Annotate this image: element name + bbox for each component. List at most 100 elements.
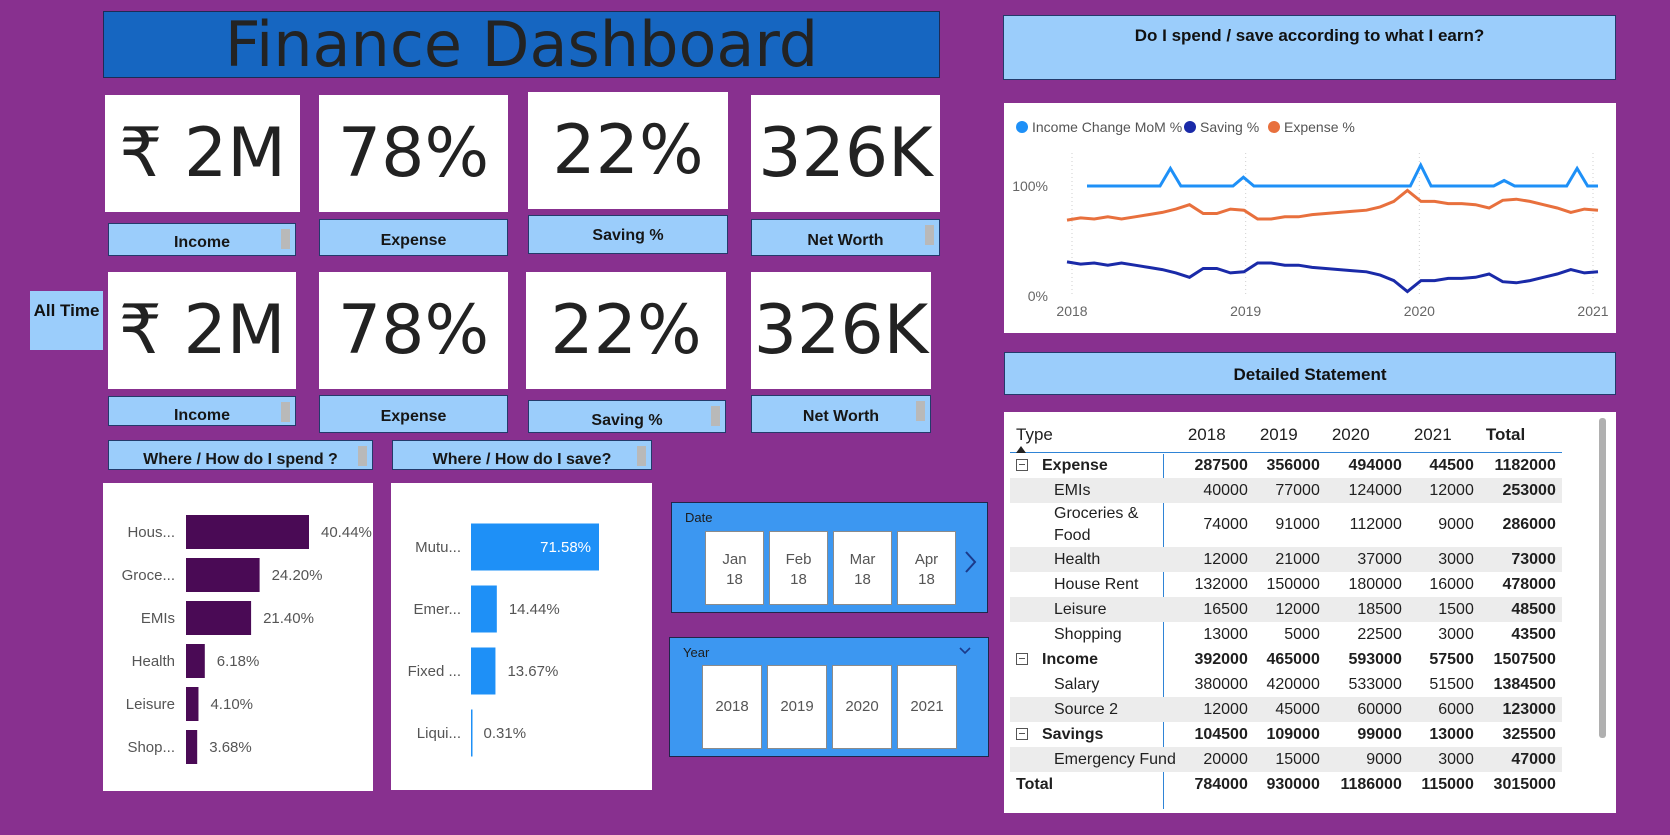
- row-value: 104500: [1194, 725, 1248, 743]
- row-value: 73000: [1479, 547, 1562, 572]
- bar-value-label: 13.67%: [507, 663, 558, 680]
- series-line[interactable]: [1066, 188, 1599, 222]
- chevron-down-icon[interactable]: [958, 646, 972, 656]
- row-label: Emergency Fund: [1010, 747, 1182, 772]
- table-row[interactable]: EMIs 40000 77000 124000 12000 253000: [1010, 478, 1562, 503]
- kpi2-networth-label[interactable]: Net Worth: [751, 395, 931, 433]
- bar-value-label: 21.40%: [263, 610, 314, 627]
- kpi-networth-label[interactable]: Net Worth: [751, 219, 940, 256]
- table-row[interactable]: Leisure 16500 12000 18500 1500 48500: [1010, 597, 1562, 622]
- kpi-income-label[interactable]: Income: [108, 223, 296, 256]
- save-section-title[interactable]: Where / How do I save?: [392, 440, 652, 470]
- legend-label[interactable]: Saving %: [1200, 119, 1259, 135]
- collapse-icon[interactable]: [1016, 728, 1028, 741]
- bar-value-label: 4.10%: [210, 696, 253, 713]
- kpi2-expense-value: 78%: [319, 272, 508, 389]
- dashboard-title: Finance Dashboard: [103, 11, 940, 78]
- row-value: 13000: [1203, 625, 1248, 643]
- bar[interactable]: [186, 730, 198, 764]
- bar[interactable]: [471, 647, 496, 695]
- table-group-row[interactable]: Savings 104500 109000 99000 13000 325500: [1010, 722, 1562, 747]
- table-row[interactable]: Groceries & Food 74000 91000 112000 9000 2860…: [1010, 503, 1562, 547]
- table-row[interactable]: Source 2 12000 45000 60000 6000 123000: [1010, 697, 1562, 722]
- scrollbar[interactable]: [637, 446, 646, 466]
- bar[interactable]: [186, 644, 205, 678]
- scrollbar[interactable]: [711, 406, 720, 426]
- year-tile-2021[interactable]: 2021: [897, 665, 957, 749]
- table-row[interactable]: Shopping 13000 5000 22500 3000 43500: [1010, 622, 1562, 647]
- kpi-income-label-text: Income: [173, 234, 230, 251]
- row-value: 3000: [1407, 547, 1480, 572]
- year-tile-2018[interactable]: 2018: [702, 665, 762, 749]
- date-tile-feb-18[interactable]: Feb 18: [769, 531, 828, 605]
- legend-label[interactable]: Expense %: [1284, 119, 1355, 135]
- spend-section-title[interactable]: Where / How do I spend ?: [108, 440, 373, 470]
- table-group-row[interactable]: Income 392000 465000 593000 57500 1507500: [1010, 647, 1562, 672]
- col-header-total[interactable]: Total: [1480, 418, 1562, 452]
- col-header-2019[interactable]: 2019: [1254, 418, 1326, 452]
- total-value: 784000: [1194, 775, 1248, 793]
- scrollbar[interactable]: [916, 401, 925, 421]
- bar[interactable]: [186, 687, 199, 721]
- bar[interactable]: [471, 585, 497, 633]
- row-value: 12000: [1181, 547, 1254, 572]
- date-tile-jan-18[interactable]: Jan 18: [705, 531, 764, 605]
- year-tile-2020[interactable]: 2020: [832, 665, 892, 749]
- series-line[interactable]: [1066, 260, 1599, 294]
- row-value: 112000: [1349, 516, 1402, 533]
- kpi2-saving-label-text: Saving %: [591, 412, 663, 429]
- col-header-2018[interactable]: 2018: [1182, 418, 1254, 452]
- collapse-icon[interactable]: [1016, 459, 1028, 472]
- col-header-2021[interactable]: 2021: [1408, 418, 1480, 452]
- table-row[interactable]: House Rent 132000 150000 180000 16000 478000: [1010, 572, 1562, 597]
- bar-category-label: Mutu...: [415, 539, 461, 556]
- table-row[interactable]: Salary 380000 420000 533000 51500 1384500: [1010, 672, 1562, 697]
- col-header-type[interactable]: Type: [1010, 418, 1182, 453]
- table-group-row[interactable]: Expense 287500 356000 494000 44500 1182000: [1010, 453, 1562, 478]
- all-time-button[interactable]: All Time: [30, 291, 103, 350]
- spend-bar-chart: Hous... 40.44% Groce... 24.20% EMIs 21.40% Hea…: [122, 515, 372, 764]
- trend-line-chart: Income Change MoM % Saving % Expense % 100%…: [1012, 119, 1609, 319]
- bar[interactable]: [186, 515, 309, 549]
- bar[interactable]: [186, 601, 252, 635]
- row-value: 253000: [1479, 478, 1562, 503]
- save-bar-chart: Mutu... 71.58% Emer... 14.44% Fixed ... 13.67…: [408, 523, 599, 757]
- scrollbar[interactable]: [925, 225, 934, 245]
- kpi2-saving-label[interactable]: Saving %: [528, 400, 726, 433]
- table-scrollbar[interactable]: [1599, 418, 1606, 738]
- series-line[interactable]: [1087, 161, 1598, 188]
- date-tile-month: Jan: [722, 551, 747, 568]
- row-value: 286000: [1502, 516, 1556, 533]
- table-row[interactable]: Health 12000 21000 37000 3000 73000: [1010, 547, 1562, 572]
- date-tile-apr-18[interactable]: Apr 18: [897, 531, 956, 605]
- scrollbar[interactable]: [358, 446, 367, 466]
- kpi2-income-label[interactable]: Income: [108, 396, 296, 426]
- bar[interactable]: [186, 558, 260, 592]
- scrollbar[interactable]: [281, 229, 290, 249]
- row-value: 124000: [1325, 478, 1408, 503]
- bar-category-label: Hous...: [127, 524, 175, 541]
- collapse-icon[interactable]: [1016, 653, 1028, 666]
- col-header-2020[interactable]: 2020: [1326, 418, 1408, 452]
- row-value: 533000: [1348, 675, 1402, 693]
- trend-section-title: Do I spend / save according to what I ea…: [1003, 15, 1616, 80]
- row-value: 1500: [1407, 597, 1480, 622]
- legend-marker: [1268, 121, 1280, 133]
- bar[interactable]: [471, 709, 473, 757]
- bar-value-label: 71.58%: [540, 539, 591, 556]
- legend-label[interactable]: Income Change MoM %: [1032, 119, 1182, 135]
- table-row[interactable]: Emergency Fund 20000 15000 9000 3000 47000: [1010, 747, 1562, 772]
- row-value: 18500: [1325, 597, 1408, 622]
- sort-triangle-icon: [1016, 446, 1026, 453]
- x-tick-label: 2019: [1230, 303, 1261, 319]
- year-tile-2019[interactable]: 2019: [767, 665, 827, 749]
- chevron-right-icon[interactable]: [962, 549, 978, 575]
- date-tile-month: Feb: [785, 551, 812, 568]
- date-tile-year: 18: [790, 571, 807, 588]
- row-value: 132000: [1194, 575, 1248, 593]
- row-value: 37000: [1325, 547, 1408, 572]
- date-tile-year: 18: [854, 571, 871, 588]
- scrollbar[interactable]: [281, 402, 290, 422]
- year-slicer-header: Year: [683, 645, 710, 660]
- date-tile-mar-18[interactable]: Mar 18: [833, 531, 892, 605]
